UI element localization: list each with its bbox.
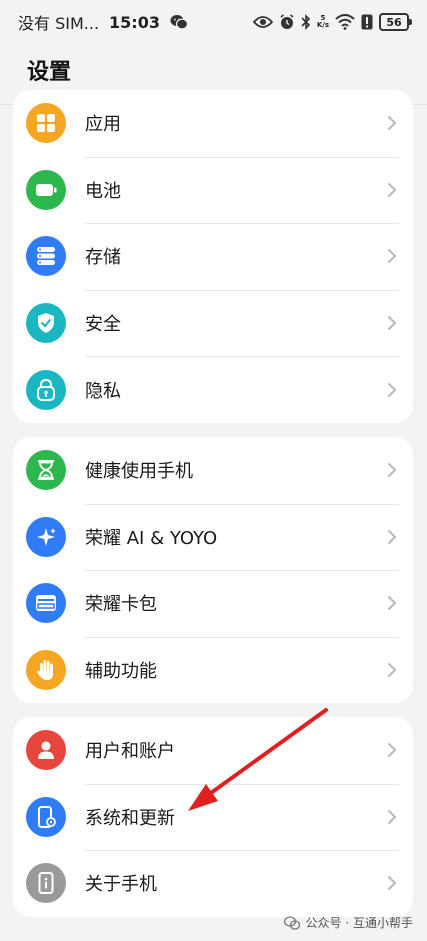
wallet-icon xyxy=(26,583,66,624)
settings-screen: 没有 SIM... 15:03 5 K/s 56 设置 应用 电池 存储 安全 … xyxy=(0,0,427,941)
clock-time: 15:03 xyxy=(109,12,160,32)
chevron-right-icon xyxy=(387,742,397,758)
settings-item-apps[interactable]: 应用 xyxy=(13,90,413,157)
watermark-text: 公众号 · 互通小帮手 xyxy=(305,916,413,930)
hourglass-icon xyxy=(26,450,66,491)
apps-grid-icon xyxy=(26,103,66,144)
settings-item-battery[interactable]: 电池 xyxy=(13,156,413,224)
settings-item-digital-balance[interactable]: 健康使用手机 xyxy=(13,437,413,504)
eye-icon xyxy=(252,15,273,29)
settings-item-label: 荣耀卡包 xyxy=(85,594,157,616)
settings-item-label: 系统和更新 xyxy=(85,807,175,829)
settings-group-1: 应用 电池 存储 安全 隐私 xyxy=(13,90,413,423)
wechat-official-account-icon xyxy=(283,915,300,930)
watermark: 公众号 · 互通小帮手 xyxy=(283,914,413,931)
settings-item-users-accounts[interactable]: 用户和账户 xyxy=(13,717,413,784)
settings-item-label: 隐私 xyxy=(85,380,121,402)
settings-item-storage[interactable]: 存储 xyxy=(13,223,413,290)
chevron-right-icon xyxy=(387,595,397,611)
chevron-right-icon xyxy=(387,462,397,478)
settings-item-label: 应用 xyxy=(85,114,121,136)
page-title: 设置 xyxy=(27,60,72,85)
settings-group-2: 健康使用手机 荣耀 AI & YOYO 荣耀卡包 辅助功能 xyxy=(13,437,413,704)
settings-item-label: 安全 xyxy=(85,314,121,336)
chevron-right-icon xyxy=(387,875,397,891)
carrier-text: 没有 SIM... xyxy=(18,14,100,33)
settings-group-3: 用户和账户 系统和更新 关于手机 xyxy=(13,717,413,917)
system-update-icon xyxy=(26,796,66,837)
settings-item-label: 辅助功能 xyxy=(85,661,157,683)
settings-item-honor-ai-yoyo[interactable]: 荣耀 AI & YOYO xyxy=(13,503,413,571)
settings-item-label: 关于手机 xyxy=(85,874,157,896)
settings-item-about-phone[interactable]: 关于手机 xyxy=(13,850,413,917)
settings-item-label: 存储 xyxy=(85,247,121,269)
settings-item-label: 荣耀 AI & YOYO xyxy=(85,527,218,549)
wechat-notification-icon xyxy=(170,14,188,30)
privacy-lock-icon xyxy=(26,369,66,410)
chevron-right-icon xyxy=(387,662,397,678)
storage-icon xyxy=(26,236,66,277)
alarm-clock-icon xyxy=(279,14,295,30)
chevron-right-icon xyxy=(387,182,397,198)
alert-icon xyxy=(361,14,373,30)
settings-item-label: 健康使用手机 xyxy=(85,461,193,483)
network-speed-unit: K/s xyxy=(316,21,329,29)
sparkle-icon xyxy=(26,516,66,557)
status-left: 没有 SIM... 15:03 xyxy=(18,10,188,34)
settings-item-accessibility[interactable]: 辅助功能 xyxy=(13,636,413,704)
wifi-icon xyxy=(335,14,355,30)
network-speed: 5 K/s xyxy=(317,15,329,29)
settings-item-security[interactable]: 安全 xyxy=(13,289,413,357)
chevron-right-icon xyxy=(387,315,397,331)
status-right: 5 K/s 56 xyxy=(252,13,412,31)
settings-item-privacy[interactable]: 隐私 xyxy=(13,356,413,423)
chevron-right-icon xyxy=(387,809,397,825)
chevron-right-icon xyxy=(387,248,397,264)
hand-icon xyxy=(26,650,66,691)
settings-item-label: 用户和账户 xyxy=(85,741,175,763)
chevron-right-icon xyxy=(387,529,397,545)
settings-item-wallet[interactable]: 荣耀卡包 xyxy=(13,570,413,637)
settings-item-label: 电池 xyxy=(85,180,121,202)
bluetooth-icon xyxy=(301,14,311,30)
status-bar: 没有 SIM... 15:03 5 K/s 56 xyxy=(0,0,427,44)
settings-item-system-update[interactable]: 系统和更新 xyxy=(13,783,413,851)
battery-level: 56 xyxy=(379,13,412,31)
chevron-right-icon xyxy=(387,382,397,398)
user-icon xyxy=(26,730,66,771)
shield-icon xyxy=(26,303,66,344)
battery-icon xyxy=(26,169,66,210)
phone-info-icon xyxy=(26,863,66,904)
chevron-right-icon xyxy=(387,115,397,131)
